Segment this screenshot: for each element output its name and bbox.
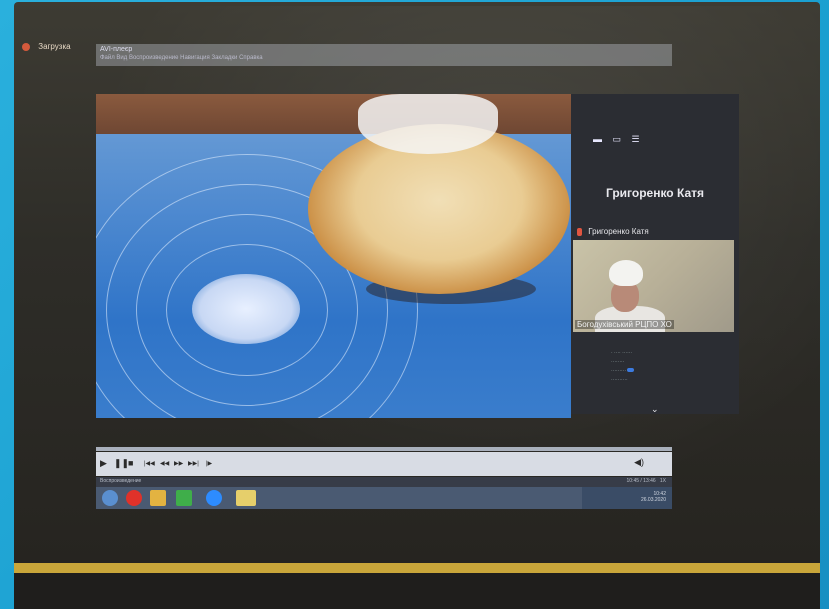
toggle-switch[interactable] <box>627 368 635 372</box>
folder-icon[interactable] <box>150 490 166 506</box>
zoom-menu-item[interactable]: ········· <box>611 367 635 376</box>
frame-step-icon[interactable]: |▶ <box>206 460 212 467</box>
mic-muted-icon <box>577 227 582 236</box>
tray-date: 26.03.2020 <box>640 497 666 503</box>
zoom-menu-item[interactable]: ········ <box>611 358 634 367</box>
pause-icon[interactable]: ❚❚ <box>114 458 129 469</box>
zoom-menu-item[interactable]: · ···· ······ <box>611 349 634 358</box>
next-icon[interactable]: ▶▶| <box>188 460 199 467</box>
baking-paper <box>358 94 498 154</box>
player-title: AVI-плеєр <box>100 46 133 53</box>
app-icon <box>22 42 30 51</box>
system-tray: 10:42 26.03.2020 <box>582 487 672 509</box>
explorer-icon[interactable] <box>236 490 256 506</box>
player-time: 10:45 / 13:46 1X <box>627 478 667 484</box>
player-menu[interactable]: Файл Вид Воспроизведение Навигация Закла… <box>100 55 668 61</box>
zoom-icon[interactable] <box>206 490 222 506</box>
zoom-settings-menu[interactable]: · ···· ······ ········ ········· ·······… <box>611 349 635 385</box>
desktop-app-text: Загрузка <box>38 42 71 51</box>
player-controls: ▶ ❚❚ ■ |◀◀ ◀◀ ▶▶ ▶▶| |▶ ◀) <box>96 452 672 476</box>
flour-circle <box>192 274 300 344</box>
zoom-panel: ▬ ▭ ☰ Григоренко Катя Григоренко Катя Бо… <box>571 94 739 414</box>
video-table-edge <box>96 94 571 134</box>
player-icon[interactable] <box>176 490 192 506</box>
player-status-bar: Воспроизведение 10:45 / 13:46 1X <box>96 477 672 487</box>
desktop-app-label[interactable]: Загрузка <box>22 42 71 51</box>
webcam-label: Богодухівський РЦПО ХО <box>575 320 674 329</box>
opera-icon[interactable] <box>126 490 142 506</box>
player-titlebar: AVI-плеєр Файл Вид Воспроизведение Навиг… <box>96 44 672 66</box>
webcam-tile[interactable]: Богодухівський РЦПО ХО <box>573 240 734 332</box>
participant-name-big: Григоренко Катя <box>605 186 704 200</box>
minimize-icon[interactable]: ▬ <box>593 134 602 144</box>
volume-icon[interactable]: ◀) <box>634 457 644 468</box>
zoom-menu-item[interactable]: ·········· <box>611 376 634 385</box>
rewind-icon[interactable]: ◀◀ <box>160 460 169 467</box>
forward-icon[interactable]: ▶▶ <box>174 460 183 467</box>
tray-clock[interactable]: 10:42 26.03.2020 <box>641 491 666 503</box>
menu-icon[interactable]: ☰ <box>632 134 640 144</box>
prev-icon[interactable]: |◀◀ <box>144 460 155 467</box>
player-status: Воспроизведение <box>100 478 142 484</box>
laptop-trim <box>14 563 820 573</box>
participant-name-small: Григоренко Катя <box>577 227 649 236</box>
seek-bar[interactable] <box>96 447 672 451</box>
stop-icon[interactable]: ■ <box>128 458 133 468</box>
chef-hat <box>609 260 643 286</box>
view-icon[interactable]: ▭ <box>613 134 622 144</box>
video-frame[interactable] <box>96 94 571 418</box>
zoom-top-icons: ▬ ▭ ☰ <box>593 134 648 145</box>
chevron-down-icon[interactable]: ⌄ <box>651 404 659 415</box>
laptop-base <box>14 573 820 609</box>
participant-name-label: Григоренко Катя <box>588 227 649 236</box>
taskbar: 10:42 26.03.2020 <box>96 487 672 509</box>
start-icon[interactable] <box>102 490 118 506</box>
player-time-text: 10:45 / 13:46 <box>626 478 656 484</box>
play-icon[interactable]: ▶ <box>100 458 107 469</box>
player-speed: 1X <box>659 478 666 484</box>
